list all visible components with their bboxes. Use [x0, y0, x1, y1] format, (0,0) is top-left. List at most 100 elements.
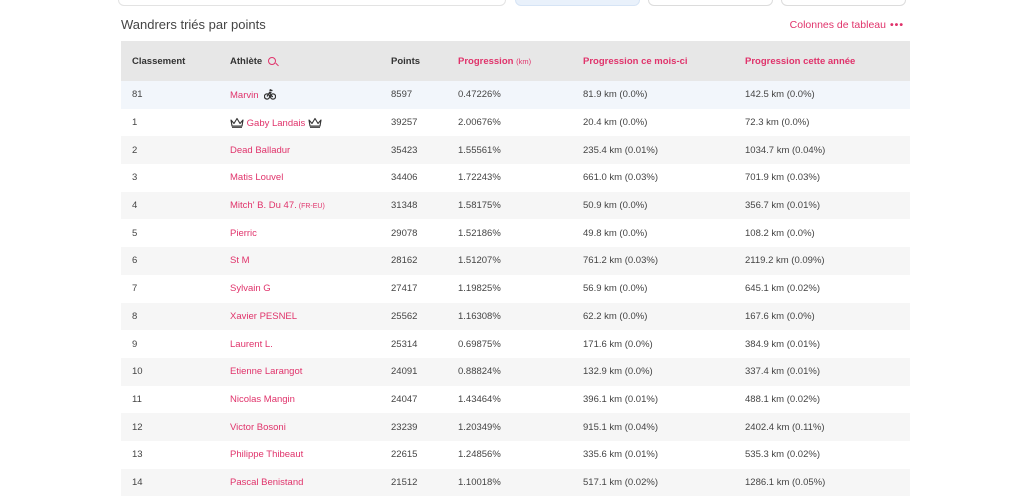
table-header-row: Classement Athlète Points Progression (k… [121, 41, 910, 81]
col-header-progress[interactable]: Progression (km) [447, 41, 572, 81]
cell-athlete: Mitch' B. Du 47. (FR-EU) [219, 191, 380, 220]
top-search-input[interactable] [118, 0, 506, 6]
col-header-athlete[interactable]: Athlète [219, 41, 380, 81]
leaderboard-table: Classement Athlète Points Progression (k… [121, 41, 910, 496]
cell-progress: 1.16308% [447, 302, 572, 331]
cell-points: 31348 [380, 191, 447, 220]
cell-rank: 6 [121, 247, 219, 275]
cell-progress-month: 517.1 km (0.02%) [572, 468, 734, 496]
table-row: 8 Xavier PESNEL 25562 1.16308% 62.2 km (0.0%… [121, 302, 910, 331]
cell-points: 28162 [380, 247, 447, 275]
crown-icon [230, 117, 244, 128]
cell-rank: 4 [121, 191, 219, 220]
col-header-rank[interactable]: Classement [121, 41, 219, 81]
cell-rank: 14 [121, 468, 219, 496]
table-row: 6 St M 28162 1.51207% 761.2 km (0.03%) 2119.2… [121, 247, 910, 275]
cell-progress-year: 337.4 km (0.01%) [734, 357, 910, 386]
cell-progress-month: 761.2 km (0.03%) [572, 247, 734, 275]
cell-athlete: Sylvain G [219, 274, 380, 303]
cell-progress: 1.52186% [447, 219, 572, 248]
cell-progress-month: 335.6 km (0.01%) [572, 440, 734, 469]
cell-progress-month: 171.6 km (0.0%) [572, 330, 734, 358]
athlete-link[interactable]: Etienne Larangot [230, 366, 302, 377]
cell-progress-month: 81.9 km (0.0%) [572, 81, 734, 109]
cell-rank: 3 [121, 164, 219, 192]
cell-points: 39257 [380, 108, 447, 137]
cell-rank: 11 [121, 385, 219, 414]
col-header-progress-unit: (km) [516, 56, 532, 66]
cell-points: 24047 [380, 385, 447, 414]
table-columns-button[interactable]: Colonnes de tableau ••• [790, 19, 904, 31]
cell-rank: 12 [121, 413, 219, 441]
cell-progress-year: 1034.7 km (0.04%) [734, 136, 910, 165]
crown-icon [308, 117, 322, 128]
athlete-region-tag: (FR-EU) [298, 203, 325, 211]
athlete-link[interactable]: Philippe Thibeaut [230, 449, 303, 460]
cell-progress-month: 132.9 km (0.0%) [572, 357, 734, 386]
cell-progress-year: 645.1 km (0.02%) [734, 274, 910, 303]
cell-rank: 7 [121, 274, 219, 303]
table-row: 13 Philippe Thibeaut 22615 1.24856% 335.6 km… [121, 440, 910, 469]
athlete-link[interactable]: Mitch' B. Du 47. [230, 200, 297, 211]
cell-progress-year: 167.6 km (0.0%) [734, 302, 910, 331]
col-header-athlete-label: Athlète [230, 55, 263, 67]
athlete-link[interactable]: Pierric [230, 228, 257, 239]
cell-progress-year: 72.3 km (0.0%) [734, 108, 910, 137]
cell-athlete: Dead Balladur [219, 136, 380, 165]
cell-points: 8597 [380, 81, 447, 109]
athlete-link[interactable]: Nicolas Mangin [230, 394, 295, 405]
athlete-link[interactable]: Dead Balladur [230, 145, 290, 156]
table-row: 4 Mitch' B. Du 47. (FR-EU) 31348 1.58175% 50.… [121, 191, 910, 220]
col-header-progress-month[interactable]: Progression ce mois-ci [572, 41, 734, 81]
athlete-link[interactable]: Gaby Landais [247, 118, 306, 129]
athlete-link[interactable]: Sylvain G [230, 283, 271, 294]
cell-athlete: Pierric [219, 219, 380, 248]
athlete-link[interactable]: Matis Louvel [230, 172, 283, 183]
top-filter-button-3[interactable] [781, 0, 906, 6]
col-header-progress-year[interactable]: Progression cette année [734, 41, 910, 81]
cell-progress-month: 915.1 km (0.04%) [572, 413, 734, 441]
bicycle-icon [264, 88, 277, 100]
table-row: 1 Gaby Landais 39257 2.00676% 20.4 km (0.0… [121, 108, 910, 137]
table-row: 10 Etienne Larangot 24091 0.88824% 132.9 km … [121, 357, 910, 386]
cell-progress: 1.72243% [447, 164, 572, 192]
cell-progress: 0.69875% [447, 330, 572, 358]
cell-progress-year: 2402.4 km (0.11%) [734, 413, 910, 441]
cell-points: 23239 [380, 413, 447, 441]
table-row: 14 Pascal Benistand 21512 1.10018% 517.1 km … [121, 468, 910, 496]
col-header-points[interactable]: Points [380, 41, 447, 81]
leaderboard-table-container: Classement Athlète Points Progression (k… [121, 41, 910, 496]
athlete-link[interactable]: Laurent L. [230, 339, 273, 350]
table-row: 12 Victor Bosoni 23239 1.20349% 915.1 km (0.… [121, 413, 910, 441]
cell-points: 35423 [380, 136, 447, 165]
table-body: 81 Marvin 8597 0.47226% 81.9 km (0.0%) 142.5… [121, 81, 910, 496]
top-filter-button-2[interactable] [648, 0, 773, 6]
col-header-progress-label: Progression [458, 55, 514, 67]
leaderboard-header: Wandrers triés par points Colonnes de ta… [121, 14, 910, 38]
search-icon[interactable] [268, 56, 277, 65]
cell-progress: 1.20349% [447, 413, 572, 441]
cell-progress: 0.88824% [447, 357, 572, 386]
cell-athlete: Gaby Landais [219, 108, 380, 137]
cell-progress-month: 50.9 km (0.0%) [572, 191, 734, 220]
cell-progress: 1.55561% [447, 136, 572, 165]
table-columns-label: Colonnes de tableau [789, 19, 886, 31]
cell-points: 27417 [380, 274, 447, 303]
cell-progress-year: 384.9 km (0.01%) [734, 330, 910, 358]
cell-progress: 0.47226% [447, 81, 572, 109]
cell-athlete: Etienne Larangot [219, 357, 380, 386]
athlete-link[interactable]: St M [230, 255, 250, 266]
athlete-link[interactable]: Pascal Benistand [230, 477, 303, 488]
athlete-link[interactable]: Xavier PESNEL [230, 311, 297, 322]
cell-rank: 8 [121, 302, 219, 331]
top-filter-button-primary[interactable] [515, 0, 640, 6]
cell-progress-year: 2119.2 km (0.09%) [734, 247, 910, 275]
cell-progress-year: 701.9 km (0.03%) [734, 164, 910, 192]
table-row: 9 Laurent L. 25314 0.69875% 171.6 km (0.0%) 3… [121, 330, 910, 358]
cell-progress-month: 49.8 km (0.0%) [572, 219, 734, 248]
athlete-link[interactable]: Victor Bosoni [230, 422, 286, 433]
athlete-link[interactable]: Marvin [230, 90, 259, 101]
cell-points: 21512 [380, 468, 447, 496]
cell-progress-year: 1286.1 km (0.05%) [734, 468, 910, 496]
cell-progress: 2.00676% [447, 108, 572, 137]
